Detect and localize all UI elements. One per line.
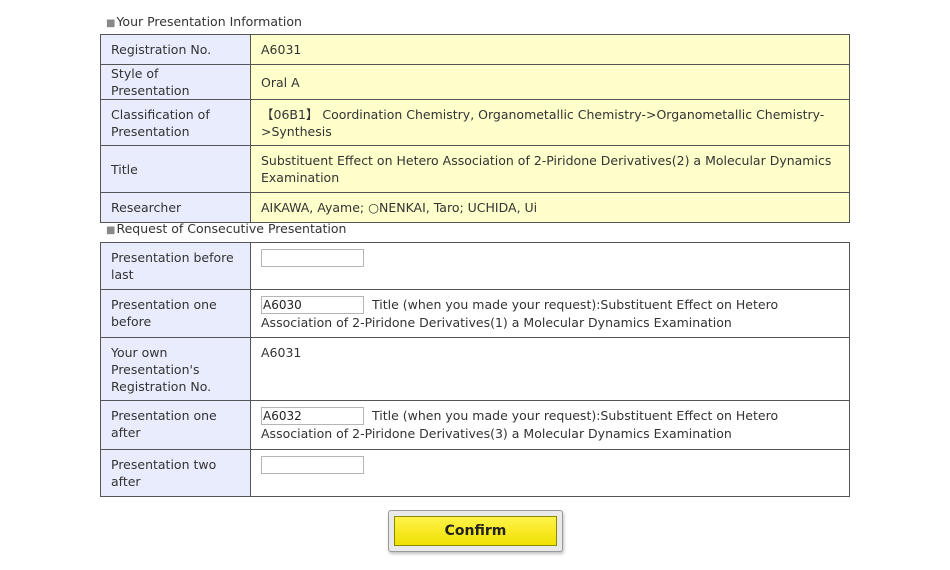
own-registration-value: A6031 (250, 337, 850, 401)
table-row: Title Substituent Effect on Hetero Assoc… (100, 145, 850, 193)
table-row: Your own Presentation's Registration No.… (100, 337, 850, 401)
confirm-button-frame: Confirm (388, 510, 563, 552)
table-row: Presentation two after (100, 449, 850, 497)
own-registration-label: Your own Presentation's Registration No. (100, 337, 251, 401)
table-row: Presentation before last (100, 242, 850, 290)
one-after-label: Presentation one after (100, 400, 251, 450)
before-last-input[interactable] (261, 249, 364, 267)
two-after-input[interactable] (261, 456, 364, 474)
page: ■Your Presentation Information Registrat… (0, 0, 950, 570)
square-bullet-icon: ■ (106, 18, 116, 29)
consecutive-request-table: Presentation before last Presentation on… (100, 242, 850, 497)
style-label: Style of Presentation (100, 64, 251, 100)
info-section-heading: ■Your Presentation Information (106, 14, 302, 29)
confirm-button[interactable]: Confirm (394, 516, 557, 546)
classification-label: Classification of Presentation (100, 99, 251, 146)
table-row: Style of Presentation Oral A (100, 64, 850, 100)
table-row: Presentation one before Title (when you … (100, 289, 850, 338)
square-bullet-icon: ■ (106, 225, 116, 236)
before-last-cell (250, 242, 850, 290)
one-before-label: Presentation one before (100, 289, 251, 338)
presentation-info-table: Registration No. A6031 Style of Presenta… (100, 34, 850, 223)
one-before-input[interactable] (261, 296, 364, 314)
style-value: Oral A (250, 64, 850, 100)
request-section-heading: ■Request of Consecutive Presentation (106, 221, 347, 236)
classification-value: 【06B1】 Coordination Chemistry, Organomet… (250, 99, 850, 146)
researcher-value: AIKAWA, Ayame; ○NENKAI, Taro; UCHIDA, Ui (250, 192, 850, 223)
one-after-cell: Title (when you made your request):Subst… (250, 400, 850, 450)
registration-no-label: Registration No. (100, 34, 251, 65)
table-row: Registration No. A6031 (100, 34, 850, 65)
table-row: Classification of Presentation 【06B1】 Co… (100, 99, 850, 146)
one-after-input[interactable] (261, 407, 364, 425)
title-label: Title (100, 145, 251, 193)
registration-no-value: A6031 (250, 34, 850, 65)
two-after-cell (250, 449, 850, 497)
one-before-cell: Title (when you made your request):Subst… (250, 289, 850, 338)
two-after-label: Presentation two after (100, 449, 251, 497)
table-row: Presentation one after Title (when you m… (100, 400, 850, 450)
title-value: Substituent Effect on Hetero Association… (250, 145, 850, 193)
table-row: Researcher AIKAWA, Ayame; ○NENKAI, Taro;… (100, 192, 850, 223)
researcher-label: Researcher (100, 192, 251, 223)
before-last-label: Presentation before last (100, 242, 251, 290)
